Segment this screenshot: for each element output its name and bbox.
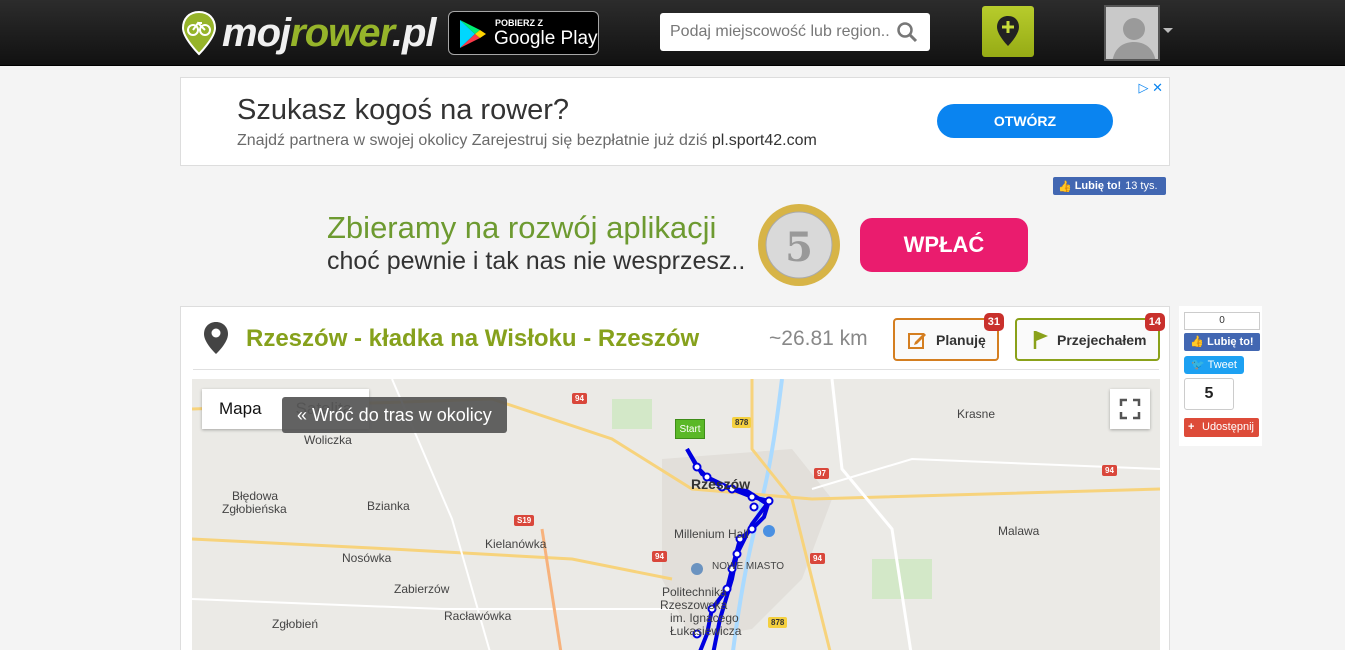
fullscreen-icon xyxy=(1119,398,1141,420)
social-sidebar: 0 👍 Lubię to! 🐦 Tweet 5 + Udostępnij xyxy=(1179,306,1262,446)
map-label: Malawa xyxy=(998,524,1040,538)
fb-like-button-top[interactable]: 👍 Lubię to! 13 tys. xyxy=(1053,177,1166,195)
thumbs-up-icon: 👍 xyxy=(1190,336,1208,348)
bike-pin-icon xyxy=(181,10,217,56)
road-shield: 878 xyxy=(732,417,752,428)
map-label: Błędowa xyxy=(232,489,279,503)
top-navbar: mojrower.pl POBIERZ Z Google Play xyxy=(0,0,1345,66)
road-shield: 94 xyxy=(572,393,587,404)
ad-open-button[interactable]: OTWÓRZ xyxy=(937,104,1113,138)
plan-label: Planuję xyxy=(936,332,986,348)
map-label: Rzeszowska xyxy=(660,598,728,612)
plan-count-badge: 31 xyxy=(983,313,1004,331)
user-avatar[interactable] xyxy=(1104,5,1160,61)
route-start-marker[interactable]: Start xyxy=(675,419,705,439)
ridden-count-badge: 14 xyxy=(1144,313,1165,331)
share-label: Udostępnij xyxy=(1202,421,1254,433)
tab-map[interactable]: Mapa xyxy=(202,389,279,429)
fb-like-count: 13 tys. xyxy=(1125,180,1158,192)
plan-button[interactable]: Planuję 31 xyxy=(893,313,1004,361)
share-count: 5 xyxy=(1184,378,1234,410)
route-map[interactable]: Start Woliczka Krasne Błędowa Zgłobieńsk… xyxy=(192,379,1160,650)
map-label: Politechnika xyxy=(662,585,727,599)
svg-text:5: 5 xyxy=(785,224,813,271)
fb-like-button[interactable]: 👍 Lubię to! xyxy=(1184,333,1260,351)
route-distance: ~26.81 km xyxy=(769,327,868,350)
road-shield: 94 xyxy=(1102,465,1117,476)
fb-like-label: Lubię to! xyxy=(1207,336,1254,348)
map-label: Bzianka xyxy=(367,499,410,513)
search-icon[interactable] xyxy=(896,21,918,43)
logo-text-moj: moj xyxy=(222,10,291,55)
coin-icon: 5 xyxy=(758,204,840,286)
map-label: Woliczka xyxy=(304,433,352,447)
route-title: Rzeszów - kładka na Wisłoku - Rzeszów xyxy=(246,325,700,352)
road-shield: 94 xyxy=(810,553,825,564)
add-route-button[interactable] xyxy=(982,6,1034,57)
map-label: Millenium Hall xyxy=(674,527,749,541)
user-silhouette-icon xyxy=(1106,7,1158,59)
donation-subline: choć pewnie i tak nas nie wesprzesz.. xyxy=(327,247,746,275)
route-card: Rzeszów - kładka na Wisłoku - Rzeszów ~2… xyxy=(180,306,1170,650)
location-search xyxy=(660,13,930,51)
ridden-label: Przejechałem xyxy=(1057,332,1147,348)
gplay-big-text: Google Play xyxy=(494,28,598,49)
road-shield: S19 xyxy=(514,515,535,526)
plus-icon: + xyxy=(1188,421,1195,433)
divider xyxy=(193,369,1159,370)
back-to-routes-button[interactable]: « Wróć do tras w okolicy xyxy=(282,397,507,433)
ad-text-body: Znajdź partnera w swojej okolicy Zarejes… xyxy=(237,132,708,149)
map-label: Krasne xyxy=(957,407,996,421)
map-label: Łukasiewicza xyxy=(670,624,742,638)
map-label: Zabierzów xyxy=(394,582,450,596)
map-pin-icon xyxy=(204,322,228,354)
fb-like-count-bubble: 0 xyxy=(1184,312,1260,330)
ad-title: Szukasz kogoś na rower? xyxy=(237,94,570,126)
tweet-button[interactable]: 🐦 Tweet xyxy=(1184,356,1244,374)
map-label: NOWE MIASTO xyxy=(712,561,785,572)
search-input[interactable] xyxy=(660,13,890,51)
ridden-button[interactable]: Przejechałem 14 xyxy=(1015,313,1165,361)
gplay-small-text: POBIERZ Z xyxy=(495,18,544,28)
map-label: im. Ignacego xyxy=(670,611,739,625)
ad-text: Znajdź partnera w swojej okolicy Zarejes… xyxy=(237,132,817,150)
map-label: Zgłobień xyxy=(272,617,319,631)
logo-text-pl: .pl xyxy=(391,10,437,55)
site-logo[interactable]: mojrower.pl xyxy=(180,8,437,58)
road-shield: 94 xyxy=(652,551,667,562)
google-play-badge[interactable]: POBIERZ Z Google Play xyxy=(448,11,599,55)
logo-text: mojrower.pl xyxy=(222,10,437,56)
map-label: Zgłobieńska xyxy=(222,502,287,516)
google-play-icon xyxy=(460,20,486,48)
edit-icon xyxy=(908,333,926,349)
ad-domain: pl.sport42.com xyxy=(711,132,817,149)
share-button[interactable]: + Udostępnij xyxy=(1184,418,1259,437)
map-label: Kielanówka xyxy=(485,537,547,551)
fullscreen-button[interactable] xyxy=(1110,389,1150,429)
map-label: Nosówka xyxy=(342,551,392,565)
ad-banner[interactable]: Szukasz kogoś na rower? Znajdź partnera … xyxy=(180,77,1170,166)
tweet-label: Tweet xyxy=(1207,359,1237,371)
chevron-down-icon[interactable] xyxy=(1163,28,1173,33)
twitter-bird-icon: 🐦 xyxy=(1191,359,1208,371)
thumbs-up-icon: 👍 xyxy=(1058,180,1072,193)
add-pin-icon xyxy=(997,16,1019,46)
road-shield: 878 xyxy=(768,617,788,628)
fb-like-label: Lubię to! xyxy=(1074,180,1122,192)
map-label: Racławówka xyxy=(444,609,512,623)
donate-button[interactable]: WPŁAĆ xyxy=(860,218,1028,272)
map-city-label: Rzeszów xyxy=(691,476,751,492)
road-shield: 97 xyxy=(814,468,829,479)
donation-headline: Zbieramy na rozwój aplikacji xyxy=(327,210,717,245)
ad-choices-icon[interactable]: ▷ ✕ xyxy=(1138,80,1163,96)
flag-icon xyxy=(1033,331,1048,349)
logo-text-rower: rower xyxy=(290,10,393,55)
